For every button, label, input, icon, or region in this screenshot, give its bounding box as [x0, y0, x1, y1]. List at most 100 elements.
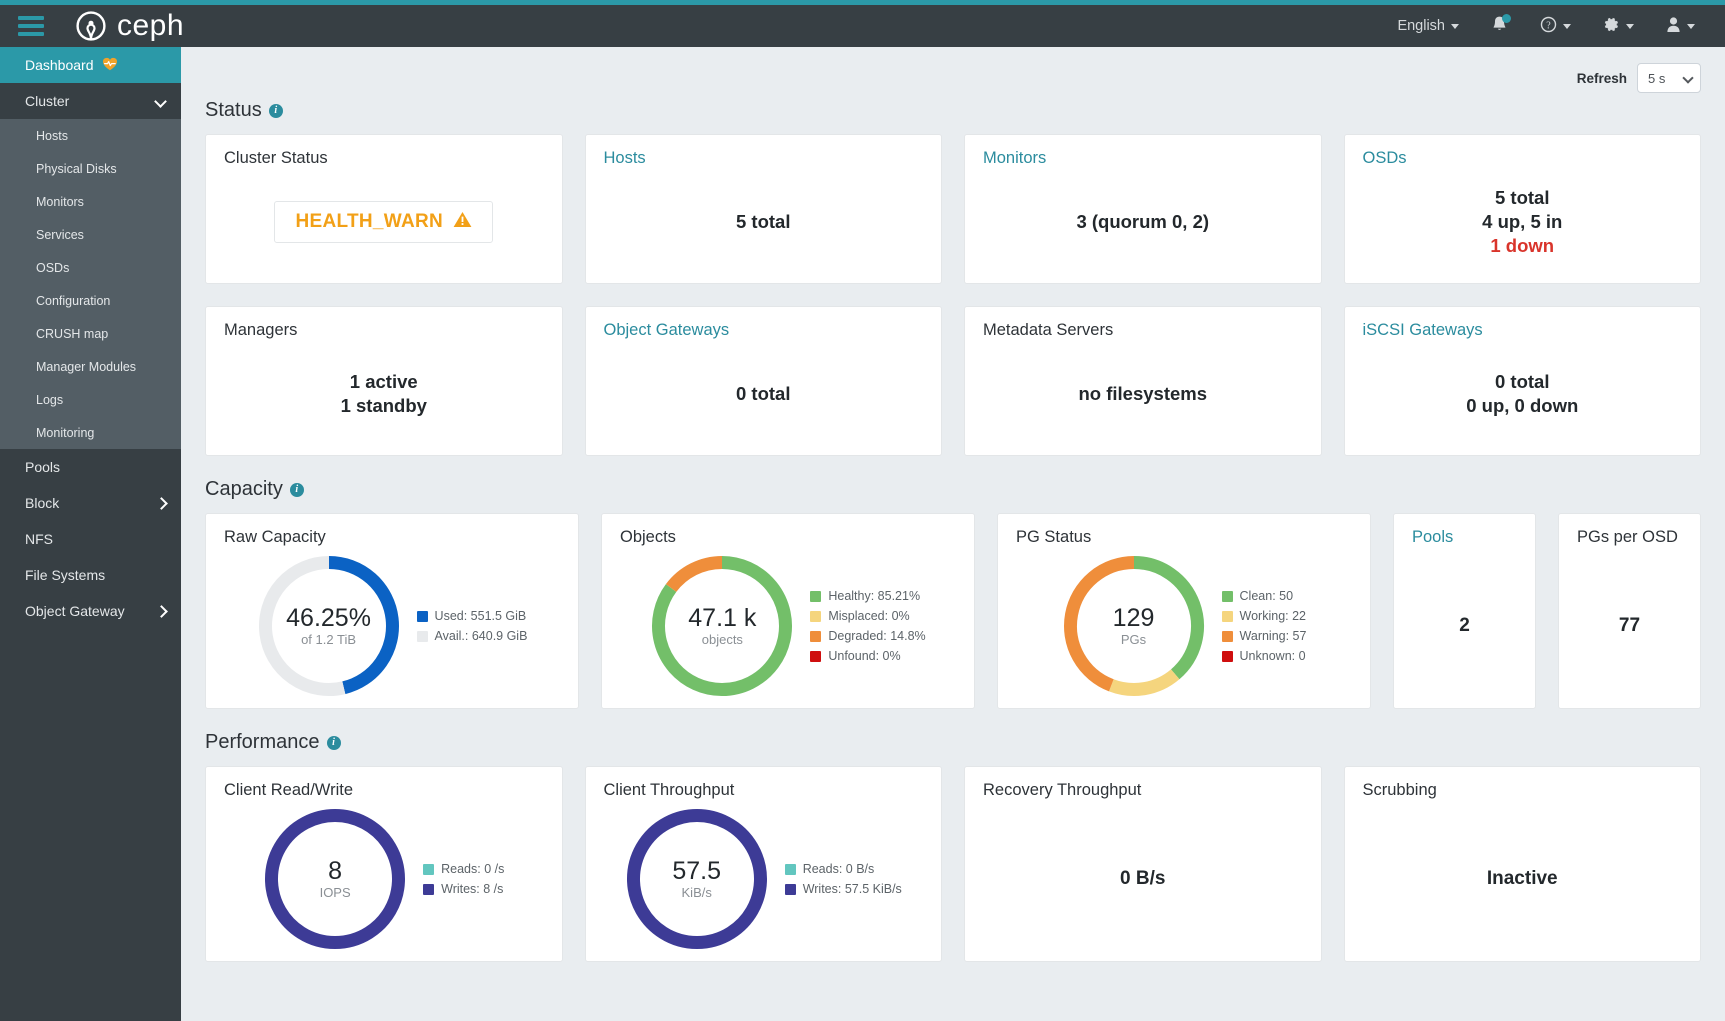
client-throughput-legend: Reads: 0 B/s Writes: 57.5 KiB/s — [784, 862, 902, 896]
legend-swatch — [1221, 650, 1233, 662]
objects-legend: Healthy: 85.21% Misplaced: 0% Degraded: 14… — [810, 589, 926, 663]
ceph-brand[interactable]: ceph — [74, 9, 184, 43]
client-read-write-legend: Reads: 0 /s Writes: 8 /s — [423, 862, 504, 896]
card-objects: Objects 47.1 k objects Healthy: 85.21% Mis… — [601, 513, 975, 709]
heartbeat-icon — [102, 57, 118, 74]
sidebar-item-osds[interactable]: OSDs — [0, 251, 181, 284]
chevron-down-icon — [156, 96, 167, 107]
legend-item: Misplaced: 0% — [810, 609, 925, 623]
sidebar-item-logs[interactable]: Logs — [0, 383, 181, 416]
card-osds: OSDs 5 total 4 up, 5 in 1 down — [1343, 134, 1701, 284]
sidebar-item-nfs[interactable]: NFS — [0, 521, 181, 557]
sidebar-item-manager-modules[interactable]: Manager Modules — [0, 350, 181, 383]
chevron-right-icon — [156, 498, 167, 509]
section-title-capacity: Capacity i — [205, 478, 1701, 501]
card-recovery-throughput: Recovery Throughput 0 B/s — [964, 766, 1322, 962]
legend-item: Unknown: 0 — [1221, 649, 1307, 663]
chevron-down-icon — [1626, 23, 1634, 29]
sidebar-item-label: Monitors — [36, 194, 84, 209]
sidebar-item-services[interactable]: Services — [0, 218, 181, 251]
info-icon[interactable]: i — [268, 103, 283, 118]
settings-menu[interactable] — [1587, 5, 1650, 47]
health-status-text: HEALTH_WARN — [295, 211, 444, 232]
legend-swatch — [1221, 610, 1233, 622]
card-title: PGs per OSD — [1577, 528, 1678, 546]
sidebar-item-label: CRUSH map — [36, 326, 109, 341]
user-menu[interactable] — [1650, 5, 1711, 47]
sidebar-item-label: NFS — [25, 531, 53, 547]
card-title: PG Status — [1016, 528, 1092, 546]
sidebar-item-label: Block — [25, 495, 60, 511]
recovery-throughput-value: 0 B/s — [1120, 868, 1166, 889]
card-object-gateways: Object Gateways 0 total — [584, 306, 942, 456]
sidebar-item-label: Physical Disks — [36, 161, 117, 176]
sidebar-item-cluster[interactable]: Cluster — [0, 83, 181, 119]
sidebar-item-monitoring[interactable]: Monitoring — [0, 416, 181, 449]
legend-item: Unfound: 0% — [810, 649, 925, 663]
sidebar-item-crush-map[interactable]: CRUSH map — [0, 317, 181, 350]
legend-swatch — [810, 630, 822, 642]
card-metadata-servers: Metadata Servers no filesystems — [964, 306, 1322, 456]
info-icon[interactable]: i — [326, 735, 341, 750]
card-title-link[interactable]: Monitors — [983, 149, 1303, 168]
scrubbing-value: Inactive — [1486, 868, 1558, 889]
sidebar-item-pools[interactable]: Pools — [0, 449, 181, 485]
language-selector[interactable]: English — [1381, 5, 1475, 47]
help-menu[interactable]: ? — [1524, 5, 1587, 47]
sidebar-item-hosts[interactable]: Hosts — [0, 119, 181, 152]
section-label: Performance — [205, 731, 320, 753]
card-pgs-per-osd: PGs per OSD 77 — [1558, 513, 1701, 709]
iscsi-total: 0 total — [1495, 371, 1550, 392]
card-title-link[interactable]: OSDs — [1363, 149, 1683, 168]
sidebar-item-dashboard[interactable]: Dashboard — [0, 47, 181, 83]
legend-label: Reads: 0 /s — [441, 862, 505, 876]
section-label: Capacity — [205, 478, 283, 500]
managers-active: 1 active — [349, 371, 418, 392]
card-title-link[interactable]: Hosts — [604, 149, 924, 168]
legend-label: Degraded: 14.8% — [828, 629, 926, 643]
sidebar-item-label: Pools — [25, 459, 61, 475]
card-title-link[interactable]: Pools — [1412, 528, 1517, 547]
sidebar-item-configuration[interactable]: Configuration — [0, 284, 181, 317]
card-title: Managers — [224, 321, 298, 339]
hosts-value: 5 total — [736, 211, 791, 232]
sidebar-item-block[interactable]: Block — [0, 485, 181, 521]
card-title: Client Throughput — [603, 781, 735, 799]
card-iscsi-gateways: iSCSI Gateways 0 total 0 up, 0 down — [1343, 306, 1701, 456]
legend-label: Clean: 50 — [1239, 589, 1294, 603]
legend-label: Writes: 8 /s — [441, 882, 504, 896]
card-title-link[interactable]: iSCSI Gateways — [1363, 321, 1683, 340]
monitors-value: 3 (quorum 0, 2) — [1076, 211, 1210, 232]
card-title: Recovery Throughput — [983, 781, 1142, 799]
objects-donut: 47.1 k objects — [650, 554, 794, 698]
card-client-read-write: Client Read/Write 8 IOPS Reads: 0 /s Write… — [205, 766, 563, 962]
sidebar-item-label: Dashboard — [25, 57, 94, 73]
section-label: Status — [205, 99, 262, 121]
pools-value: 2 — [1459, 615, 1470, 636]
sidebar-item-monitors[interactable]: Monitors — [0, 185, 181, 218]
refresh-interval-select[interactable]: 5 s — [1637, 63, 1701, 93]
chevron-down-icon — [1563, 23, 1571, 29]
raw-capacity-donut: 46.25% of 1.2 TiB — [257, 554, 401, 698]
sidebar-item-label: Monitoring — [36, 425, 95, 440]
card-title: Metadata Servers — [983, 321, 1114, 339]
sidebar-item-file-systems[interactable]: File Systems — [0, 557, 181, 593]
legend-label: Writes: 57.5 KiB/s — [802, 882, 902, 896]
sidebar-item-label: Cluster — [25, 93, 70, 109]
sidebar-item-object-gateway[interactable]: Object Gateway — [0, 593, 181, 629]
sidebar-item-label: Services — [36, 227, 84, 242]
legend-swatch — [416, 610, 428, 622]
legend-label: Used: 551.5 GiB — [434, 609, 527, 623]
info-icon[interactable]: i — [289, 482, 304, 497]
card-monitors: Monitors 3 (quorum 0, 2) — [964, 134, 1322, 284]
sidebar: Dashboard Cluster Hosts Physical Disks M… — [0, 47, 181, 1021]
legend-label: Reads: 0 B/s — [802, 862, 875, 876]
raw-capacity-legend: Used: 551.5 GiB Avail.: 640.9 GiB — [416, 609, 527, 643]
sidebar-item-physical-disks[interactable]: Physical Disks — [0, 152, 181, 185]
card-title-link[interactable]: Object Gateways — [604, 321, 924, 340]
sidebar-item-label: OSDs — [36, 260, 70, 275]
notifications-button[interactable] — [1475, 5, 1524, 47]
status-badge: HEALTH_WARN — [274, 201, 494, 243]
warning-triangle-icon — [453, 211, 472, 233]
hamburger-menu-icon[interactable] — [18, 16, 44, 36]
